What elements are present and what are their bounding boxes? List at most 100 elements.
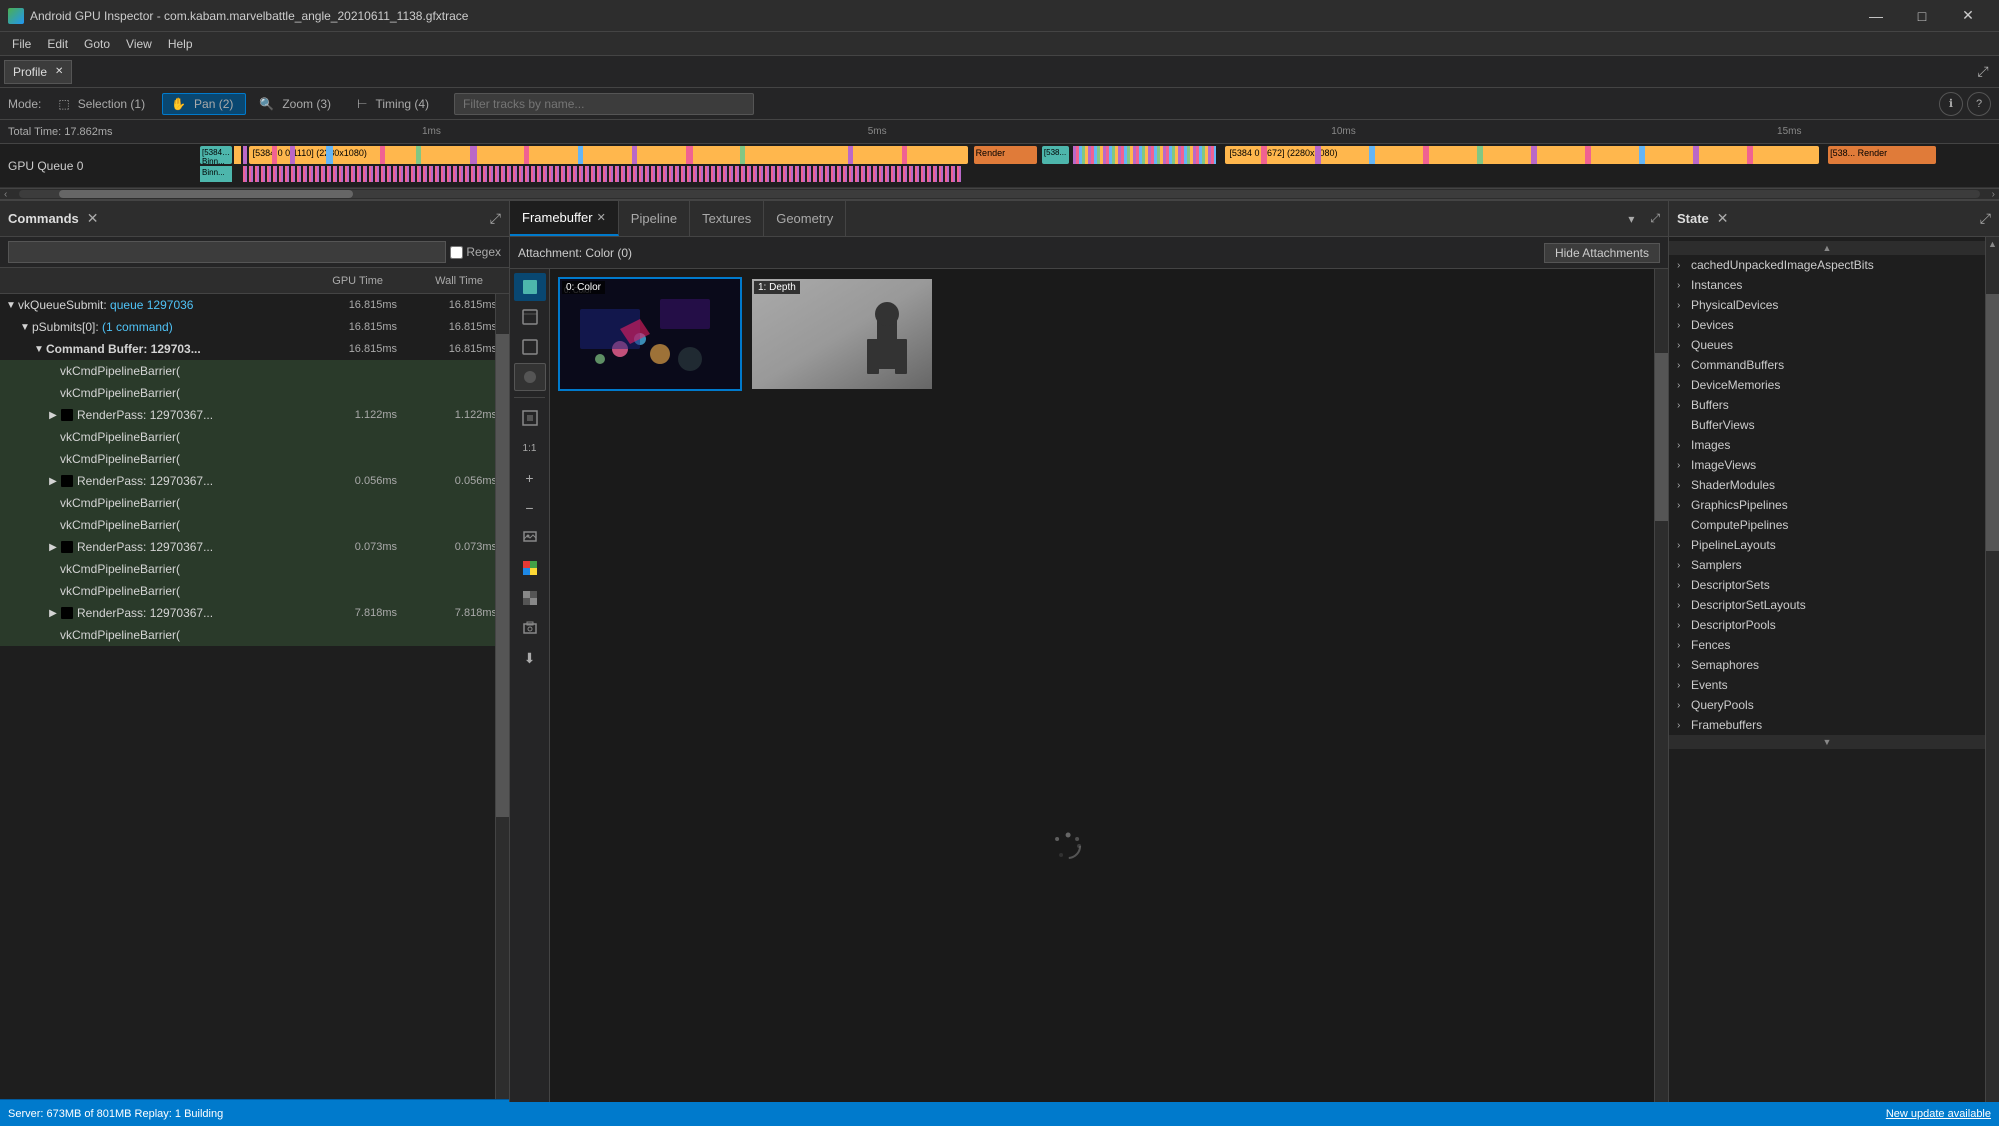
scroll-left-arrow[interactable]: ‹ (0, 189, 11, 200)
table-row[interactable]: vkCmdPipelineBarrier( (0, 514, 509, 536)
list-item[interactable]: › GraphicsPipelines (1669, 495, 1985, 515)
list-item[interactable]: › Events (1669, 675, 1985, 695)
list-item[interactable]: › PhysicalDevices (1669, 295, 1985, 315)
help-button[interactable]: ? (1967, 92, 1991, 116)
table-row[interactable]: vkCmdPipelineBarrier( (0, 382, 509, 404)
info-button[interactable]: ℹ (1939, 92, 1963, 116)
state-panel-close[interactable]: ✕ (1717, 210, 1729, 227)
list-item[interactable]: › DeviceMemories (1669, 375, 1985, 395)
tool-overdraw[interactable] (514, 363, 546, 391)
tool-export-image[interactable] (514, 524, 546, 552)
framebuffer-scroll-v[interactable] (1654, 269, 1668, 1109)
list-item[interactable]: › cachedUnpackedImageAspectBits (1669, 255, 1985, 275)
state-scroll-thumb[interactable] (1986, 294, 1999, 551)
tool-1to1[interactable]: 1:1 (514, 434, 546, 462)
table-row[interactable]: vkCmdPipelineBarrier( (0, 426, 509, 448)
list-item[interactable]: › Images (1669, 435, 1985, 455)
tool-wireframe[interactable] (514, 333, 546, 361)
table-row[interactable]: vkCmdPipelineBarrier( (0, 624, 509, 646)
minimize-button[interactable]: — (1853, 0, 1899, 32)
update-available-link[interactable]: New update available (1886, 1108, 1991, 1120)
list-item[interactable]: › Fences (1669, 635, 1985, 655)
more-tabs-button[interactable]: ▾ (1620, 212, 1642, 226)
table-row[interactable]: vkCmdPipelineBarrier( (0, 558, 509, 580)
table-row[interactable]: vkCmdPipelineBarrier( (0, 492, 509, 514)
commands-panel-close[interactable]: ✕ (87, 210, 99, 227)
close-button[interactable]: ✕ (1945, 0, 1991, 32)
tool-frame-select[interactable] (514, 404, 546, 432)
framebuffer-scroll-v-thumb[interactable] (1655, 353, 1668, 521)
expand-arrow[interactable]: ▼ (32, 344, 46, 355)
tool-color[interactable] (514, 273, 546, 301)
tool-zoom-in[interactable]: + (514, 464, 546, 492)
list-item[interactable]: › Samplers (1669, 555, 1985, 575)
state-panel-expand[interactable]: ⤢ (1980, 210, 1991, 227)
link[interactable]: queue 1297036 (110, 298, 193, 312)
list-item[interactable]: › Buffers (1669, 395, 1985, 415)
list-item[interactable]: › QueryPools (1669, 695, 1985, 715)
state-scroll-up-btn[interactable]: ▲ (1986, 237, 1999, 251)
state-scrollbar[interactable]: ▲ ▼ (1985, 237, 1999, 1123)
list-item[interactable]: › Semaphores (1669, 655, 1985, 675)
table-row[interactable]: ▼ vkQueueSubmit: queue 1297036 16.815ms … (0, 294, 509, 316)
list-item[interactable]: › Queues (1669, 335, 1985, 355)
commands-search-input[interactable] (8, 241, 446, 263)
list-item[interactable]: › DescriptorPools (1669, 615, 1985, 635)
scroll-right-arrow[interactable]: › (1988, 189, 1999, 200)
gpu-block-render-1[interactable]: Render (974, 146, 1037, 164)
tool-download[interactable]: ⬇ (514, 644, 546, 672)
table-row[interactable]: ▶ RenderPass: 12970367... 1.122ms 1.122m… (0, 404, 509, 426)
expand-arrow[interactable]: ▶ (46, 608, 60, 619)
mode-pan-button[interactable]: ✋ Pan (2) (162, 93, 246, 115)
list-item[interactable]: › ImageViews (1669, 455, 1985, 475)
tool-depth[interactable] (514, 303, 546, 331)
gpu-block-render-2[interactable]: [538... Render (1828, 146, 1936, 164)
regex-checkbox[interactable]: Regex (450, 245, 501, 259)
framebuffer-expand-button[interactable]: ⤢ (1642, 211, 1668, 226)
hide-attachments-button[interactable]: Hide Attachments (1544, 243, 1660, 263)
menu-file[interactable]: File (4, 35, 39, 53)
expand-arrow[interactable]: ▶ (46, 542, 60, 553)
expand-arrow[interactable]: ▶ (46, 476, 60, 487)
mode-zoom-button[interactable]: 🔍 Zoom (3) (250, 93, 344, 115)
table-row[interactable]: vkCmdPipelineBarrier( (0, 360, 509, 382)
table-row[interactable]: ▼ pSubmits[0]: (1 command) 16.815ms 16.8… (0, 316, 509, 338)
regex-checkbox-input[interactable] (450, 246, 463, 259)
tool-screenshot[interactable] (514, 614, 546, 642)
commands-scrollbar-thumb[interactable] (496, 334, 509, 817)
tool-checkerboard[interactable] (514, 584, 546, 612)
scrollbar-track[interactable] (19, 190, 1979, 198)
mode-timing-button[interactable]: ⊢ Timing (4) (348, 93, 442, 115)
menu-view[interactable]: View (118, 35, 160, 53)
tab-pipeline[interactable]: Pipeline (619, 201, 690, 236)
list-item[interactable]: › ShaderModules (1669, 475, 1985, 495)
expand-arrow[interactable]: ▶ (46, 410, 60, 421)
state-scroll-up[interactable]: ▲ (1669, 241, 1985, 255)
scrollbar-thumb[interactable] (59, 190, 353, 198)
list-item[interactable]: › Framebuffers (1669, 715, 1985, 735)
gpu-block-main[interactable]: [5384 0 0 1110] (2280x1080) (249, 146, 969, 164)
commands-scrollbar[interactable] (495, 294, 509, 1099)
list-item[interactable]: › PipelineLayouts (1669, 535, 1985, 555)
list-item[interactable]: BufferViews (1669, 415, 1985, 435)
framebuffer-tab-close[interactable]: ✕ (597, 211, 606, 224)
profile-tab[interactable]: Profile ✕ (4, 60, 72, 84)
list-item[interactable]: › DescriptorSets (1669, 575, 1985, 595)
profile-expand-button[interactable]: ⤢ (1971, 60, 1995, 84)
expand-arrow[interactable]: ▼ (18, 322, 32, 333)
table-row[interactable]: ▶ RenderPass: 12970367... 0.073ms 0.073m… (0, 536, 509, 558)
gpu-block-binn-2[interactable]: [538... (1042, 146, 1069, 164)
tool-color-picker[interactable] (514, 554, 546, 582)
thumbnail-color[interactable]: 0: Color 0: Color (558, 277, 742, 391)
tab-geometry[interactable]: Geometry (764, 201, 846, 236)
table-row[interactable]: vkCmdPipelineBarrier( (0, 448, 509, 470)
table-row[interactable]: ▼ Command Buffer: 129703... 16.815ms 16.… (0, 338, 509, 360)
profile-tab-close[interactable]: ✕ (55, 66, 63, 77)
table-row[interactable]: ▶ RenderPass: 12970367... 0.056ms 0.056m… (0, 470, 509, 492)
gpu-block-binn-1[interactable]: [5384 0...Binn... (200, 146, 232, 164)
tab-textures[interactable]: Textures (690, 201, 764, 236)
state-scroll-down[interactable]: ▼ (1669, 735, 1985, 749)
tab-framebuffer[interactable]: Framebuffer ✕ (510, 201, 619, 236)
link[interactable]: (1 command) (102, 320, 173, 334)
table-row[interactable]: vkCmdPipelineBarrier( (0, 580, 509, 602)
